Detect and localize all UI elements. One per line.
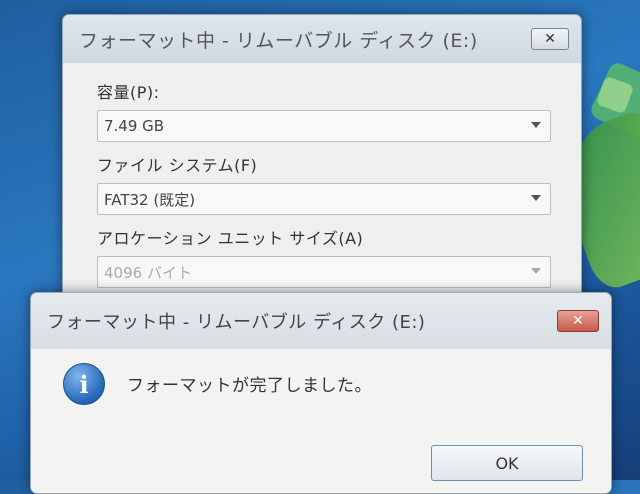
dialog-body: i フォーマットが完了しました。 OK — [31, 349, 611, 493]
info-icon: i — [63, 363, 105, 405]
capacity-value: 7.49 GB — [104, 117, 165, 135]
dialog-titlebar[interactable]: フォーマット中 - リムーバブル ディスク (E:) ✕ — [31, 293, 611, 349]
chevron-down-icon — [531, 195, 541, 201]
info-icon-glyph: i — [79, 369, 89, 399]
file-system-value: FAT32 (既定) — [104, 190, 196, 209]
allocation-unit-label: アロケーション ユニット サイズ(A) — [97, 229, 364, 248]
format-window-content: 容量(P): 7.49 GB ファイル システム(F) FAT32 (既定) ア… — [63, 63, 581, 288]
dialog-message: フォーマットが完了しました。 — [127, 376, 372, 396]
allocation-unit-value: 4096 バイト — [104, 263, 192, 282]
file-system-select[interactable]: FAT32 (既定) — [97, 183, 551, 215]
chevron-down-icon — [531, 122, 541, 128]
chevron-down-icon — [531, 268, 541, 274]
file-system-label: ファイル システム(F) — [97, 156, 258, 175]
allocation-unit-select[interactable]: 4096 バイト — [97, 256, 551, 288]
format-complete-dialog: フォーマット中 - リムーバブル ディスク (E:) ✕ i フォーマットが完了… — [30, 292, 612, 494]
format-window-close-button[interactable]: ✕ — [531, 28, 569, 50]
format-window-titlebar[interactable]: フォーマット中 - リムーバブル ディスク (E:) ✕ — [63, 15, 581, 63]
capacity-label: 容量(P): — [97, 83, 160, 102]
dialog-title: フォーマット中 - リムーバブル ディスク (E:) — [47, 312, 426, 333]
capacity-select[interactable]: 7.49 GB — [97, 110, 551, 142]
dialog-close-button[interactable]: ✕ — [557, 310, 599, 332]
format-window: フォーマット中 - リムーバブル ディスク (E:) ✕ 容量(P): 7.49… — [62, 14, 582, 316]
ok-button[interactable]: OK — [431, 445, 583, 481]
format-window-title: フォーマット中 - リムーバブル ディスク (E:) — [79, 29, 478, 52]
close-icon: ✕ — [572, 313, 584, 329]
close-icon: ✕ — [544, 31, 556, 47]
